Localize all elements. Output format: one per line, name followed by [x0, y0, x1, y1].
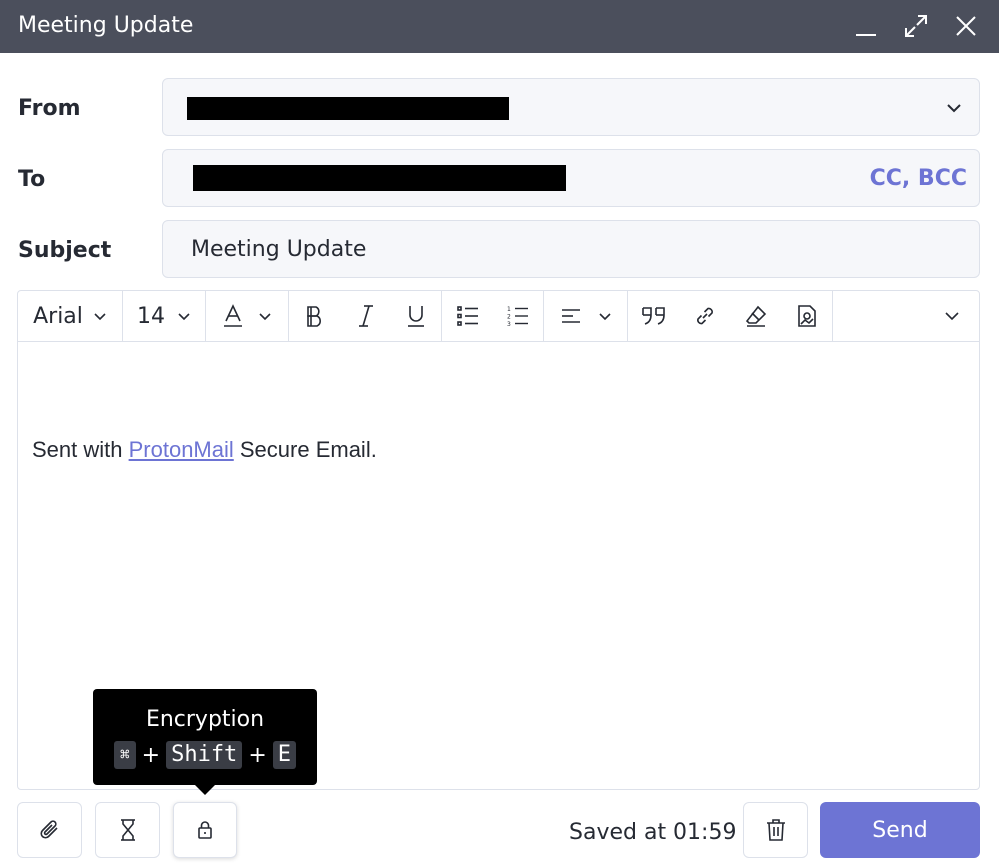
font-size-select[interactable]: 14: [123, 291, 206, 341]
from-label: From: [18, 96, 81, 121]
encryption-tooltip: Encryption ⌘ + Shift + E: [93, 689, 317, 795]
insert-image-icon: [797, 305, 816, 327]
underline-button[interactable]: [391, 291, 442, 341]
svg-text:2: 2: [507, 314, 511, 321]
more-options-button[interactable]: [924, 291, 979, 341]
text-color-icon: [224, 304, 242, 327]
font-family-value: Arial: [33, 303, 83, 329]
clear-format-button[interactable]: [730, 291, 781, 341]
link-button[interactable]: [679, 291, 730, 341]
trash-icon: [766, 819, 785, 841]
encryption-button[interactable]: [173, 802, 237, 858]
insert-image-button[interactable]: [781, 291, 833, 341]
minimize-button[interactable]: [848, 10, 884, 42]
quote-icon: [641, 307, 665, 325]
chevron-down-icon: [94, 313, 106, 321]
chevron-down-icon: [178, 313, 190, 321]
bullet-list-icon: [456, 306, 478, 326]
close-button[interactable]: [948, 10, 984, 42]
to-field[interactable]: CC, BCC: [162, 149, 980, 207]
lock-icon: [198, 821, 212, 839]
message-body: Sent with ProtonMail Secure Email.: [32, 437, 377, 463]
signature-suffix: Secure Email.: [233, 437, 377, 462]
signature-prefix: Sent with: [32, 437, 129, 462]
plus-sign: +: [141, 742, 161, 768]
chevron-down-icon: [944, 312, 959, 321]
tooltip-title: Encryption: [145, 707, 265, 732]
bold-icon: [306, 306, 321, 327]
svg-text:3: 3: [507, 321, 511, 327]
font-size-value: 14: [137, 303, 165, 329]
paperclip-icon: [39, 820, 58, 839]
italic-button[interactable]: [340, 291, 391, 341]
command-key: ⌘: [114, 741, 136, 769]
to-label: To: [18, 167, 46, 192]
font-family-select[interactable]: Arial: [18, 291, 123, 341]
minimize-icon: [856, 34, 876, 36]
redacted-recipient: [193, 165, 566, 191]
delete-draft-button[interactable]: [743, 802, 808, 858]
cc-bcc-link[interactable]: CC, BCC: [870, 166, 967, 191]
tooltip-arrow: [195, 785, 215, 795]
bold-button[interactable]: [289, 291, 340, 341]
close-icon: [956, 16, 976, 36]
svg-text:1: 1: [507, 306, 511, 313]
hourglass-icon: [120, 819, 135, 841]
align-left-icon: [561, 309, 580, 323]
italic-icon: [358, 305, 373, 327]
bullet-list-button[interactable]: [442, 291, 493, 341]
eraser-icon: [745, 305, 766, 327]
e-key: E: [272, 741, 296, 769]
align-button[interactable]: [544, 291, 628, 341]
send-button[interactable]: Send: [820, 802, 980, 858]
plus-sign: +: [248, 742, 267, 768]
title-bar: Meeting Update: [0, 0, 999, 53]
numbered-list-button[interactable]: 123: [493, 291, 544, 341]
attach-button[interactable]: [17, 802, 82, 858]
chevron-down-icon: [947, 104, 961, 113]
from-select[interactable]: [162, 78, 980, 136]
redacted-sender: [187, 97, 509, 120]
subject-value: Meeting Update: [191, 237, 367, 262]
maximize-button[interactable]: [898, 10, 934, 42]
saved-status: Saved at 01:59: [569, 820, 737, 845]
editor-toolbar: Arial 14 123: [18, 291, 979, 342]
subject-input[interactable]: Meeting Update: [162, 220, 980, 278]
chevron-down-icon: [598, 313, 611, 321]
shift-key: Shift: [166, 741, 243, 769]
numbered-list-icon: 123: [507, 306, 528, 327]
text-color-button[interactable]: [206, 291, 289, 341]
link-icon: [696, 307, 713, 325]
chevron-down-icon: [259, 313, 271, 321]
window-title: Meeting Update: [18, 13, 194, 38]
expiration-button[interactable]: [95, 802, 160, 858]
subject-label: Subject: [18, 238, 112, 263]
underline-icon: [408, 306, 424, 327]
tooltip-shortcut: ⌘ + Shift + E: [93, 741, 317, 769]
protonmail-link[interactable]: ProtonMail: [129, 437, 234, 462]
maximize-icon: [905, 15, 927, 37]
quote-button[interactable]: [628, 291, 679, 341]
